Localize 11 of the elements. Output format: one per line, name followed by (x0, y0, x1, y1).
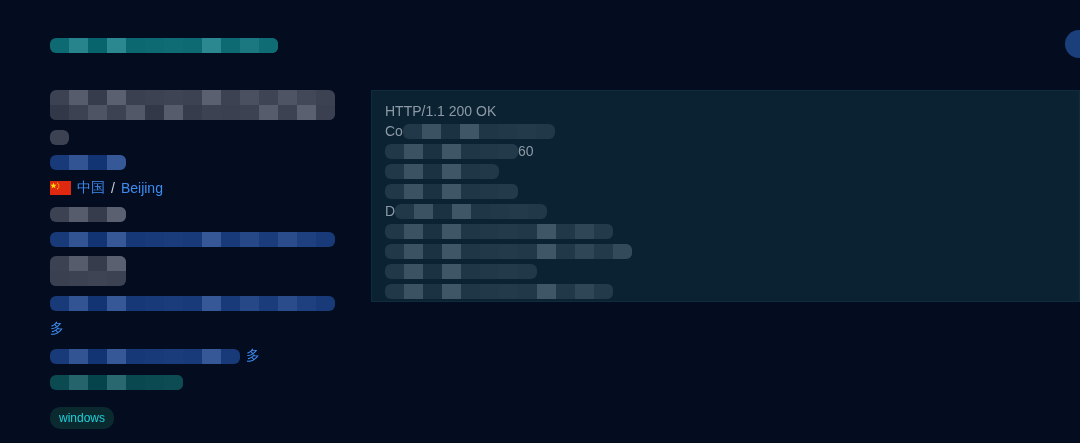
separator: / (111, 180, 115, 196)
city-link[interactable]: Beijing (120, 180, 163, 196)
header-line-text: D (385, 203, 396, 219)
header-line-text: HTTP/1.1 200 OK (385, 103, 497, 119)
header-line-text: Co (385, 123, 403, 139)
text-fragment: 多 (50, 320, 64, 338)
text-fragment: 多 (246, 347, 260, 365)
country-link[interactable]: 中国 (77, 179, 105, 197)
os-tag[interactable]: windows (50, 407, 115, 429)
flag-icon (50, 181, 71, 195)
header-line-text: 60 (518, 143, 534, 159)
